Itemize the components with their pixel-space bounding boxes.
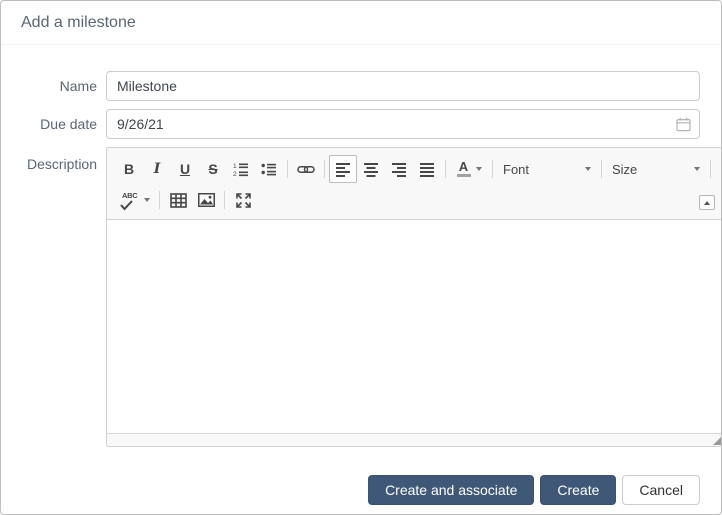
- svg-text:1: 1: [233, 163, 237, 170]
- description-row: Description B I U: [1, 147, 721, 447]
- italic-icon: I: [154, 161, 161, 177]
- name-input[interactable]: [106, 71, 700, 101]
- dialog-title: Add a milestone: [21, 14, 136, 32]
- image-icon: [198, 193, 215, 207]
- toolbar-separator: [287, 160, 288, 178]
- editor-toolbar: B I U S: [107, 148, 722, 220]
- toolbar-separator: [601, 160, 602, 178]
- align-left-icon: [336, 162, 351, 177]
- font-select[interactable]: Font: [497, 156, 597, 182]
- spellcheck-button[interactable]: ABC: [115, 186, 155, 214]
- text-color-button[interactable]: A: [450, 155, 488, 183]
- spellcheck-icon: ABC: [120, 191, 139, 210]
- size-select[interactable]: Size: [606, 156, 706, 182]
- due-date-label: Due date: [1, 109, 97, 139]
- create-button[interactable]: Create: [540, 475, 616, 505]
- svg-text:2: 2: [233, 171, 237, 177]
- toolbar-separator: [445, 160, 446, 178]
- toolbar-separator: [159, 191, 160, 209]
- dialog-header: Add a milestone: [1, 1, 721, 45]
- bold-icon: B: [124, 161, 134, 177]
- name-row: Name: [1, 71, 721, 101]
- insert-table-button[interactable]: [164, 186, 192, 214]
- numbered-list-button[interactable]: 1 2: [227, 155, 255, 183]
- text-color-icon: A: [457, 161, 471, 177]
- resize-handle[interactable]: [713, 436, 722, 445]
- dialog-footer: Create and associate Create Cancel: [1, 455, 721, 505]
- underline-button[interactable]: U: [171, 155, 199, 183]
- align-left-button[interactable]: [329, 155, 357, 183]
- editor-footer-bar: [107, 433, 722, 446]
- strikethrough-icon: S: [208, 161, 217, 177]
- maximize-button[interactable]: [229, 186, 257, 214]
- justify-icon: [420, 162, 435, 177]
- align-right-icon: [392, 162, 407, 177]
- due-date-input[interactable]: [106, 109, 700, 139]
- bullet-list-icon: [261, 161, 277, 177]
- justify-button[interactable]: [413, 155, 441, 183]
- maximize-icon: [236, 193, 251, 208]
- rich-text-editor: B I U S: [106, 147, 722, 447]
- align-center-button[interactable]: [357, 155, 385, 183]
- name-label: Name: [1, 71, 97, 101]
- bullet-list-button[interactable]: [255, 155, 283, 183]
- font-select-label: Font: [503, 162, 529, 177]
- toolbar-row-1: B I U S: [115, 154, 715, 184]
- toolbar-separator: [324, 160, 325, 178]
- align-right-button[interactable]: [385, 155, 413, 183]
- editor-content-area[interactable]: [107, 220, 722, 433]
- collapse-toolbar-button[interactable]: [699, 195, 715, 210]
- chevron-down-icon: [476, 167, 482, 171]
- italic-button[interactable]: I: [143, 155, 171, 183]
- toolbar-separator: [224, 191, 225, 209]
- strikethrough-button[interactable]: S: [199, 155, 227, 183]
- toolbar-separator: [492, 160, 493, 178]
- add-milestone-dialog: Add a milestone Name Due date: [0, 0, 722, 515]
- description-label: Description: [1, 147, 97, 447]
- create-and-associate-button[interactable]: Create and associate: [368, 475, 534, 505]
- collapse-toolbar-icon: [704, 201, 710, 205]
- link-button[interactable]: [292, 155, 320, 183]
- underline-icon: U: [180, 161, 190, 177]
- calendar-icon[interactable]: [676, 117, 691, 132]
- size-select-label: Size: [612, 162, 637, 177]
- toolbar-row-2: ABC: [115, 186, 715, 214]
- dialog-body: Name Due date Description: [1, 45, 721, 505]
- due-date-control: [106, 109, 700, 139]
- description-control: B I U S: [106, 147, 722, 447]
- chevron-down-icon: [585, 167, 591, 171]
- align-center-icon: [364, 162, 379, 177]
- name-control: [106, 71, 700, 101]
- chevron-down-icon: [144, 198, 150, 202]
- due-date-row: Due date: [1, 109, 721, 139]
- link-icon: [297, 164, 315, 175]
- cancel-button[interactable]: Cancel: [622, 475, 700, 505]
- insert-image-button[interactable]: [192, 186, 220, 214]
- chevron-down-icon: [694, 167, 700, 171]
- numbered-list-icon: 1 2: [233, 161, 249, 177]
- table-icon: [170, 193, 187, 208]
- toolbar-separator: [710, 160, 711, 178]
- bold-button[interactable]: B: [115, 155, 143, 183]
